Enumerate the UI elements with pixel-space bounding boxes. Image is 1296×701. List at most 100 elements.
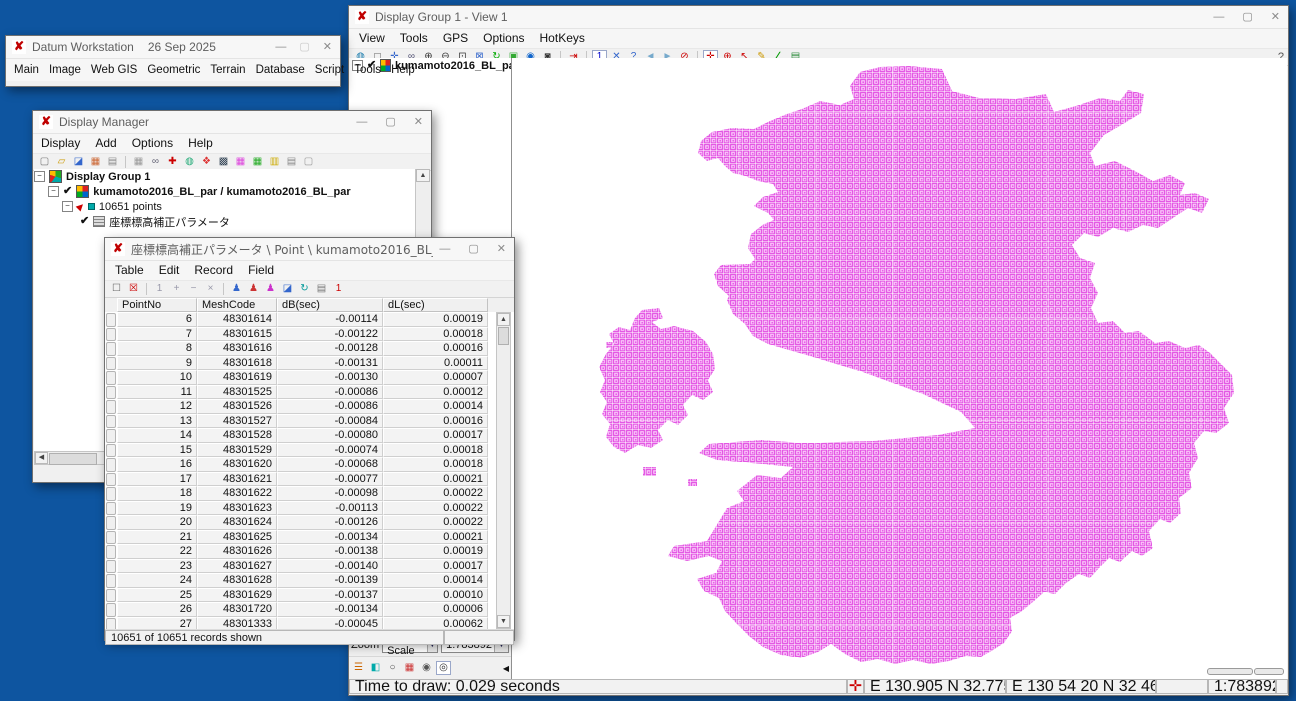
record-select-button[interactable] — [106, 487, 116, 501]
menu-database[interactable]: Database — [256, 64, 305, 76]
zoom-active-icon[interactable]: ◎ — [436, 661, 451, 675]
form-icon[interactable]: ▢ — [301, 155, 316, 169]
record-select-button[interactable] — [106, 589, 116, 603]
menu-hotkeys[interactable]: HotKeys — [540, 31, 585, 45]
cell-dl-sec[interactable]: 0.00019 — [383, 544, 488, 559]
cell-meshcode[interactable]: 48301623 — [197, 501, 277, 516]
menu-terrain[interactable]: Terrain — [210, 64, 245, 76]
record-select-button[interactable] — [106, 545, 116, 559]
menu-view[interactable]: View — [359, 31, 385, 45]
raster-icon[interactable]: ▩ — [216, 155, 231, 169]
cell-pointno[interactable]: 15 — [117, 443, 197, 458]
column-header-pointno[interactable]: PointNo — [117, 298, 197, 312]
menu-script[interactable]: Script — [315, 64, 344, 76]
sidebar-collapse-arrow[interactable]: ◀ — [503, 664, 509, 673]
add-database-icon[interactable]: ▦ — [131, 155, 146, 169]
column-header-meshcode[interactable]: MeshCode — [197, 298, 277, 312]
remove-record-icon[interactable]: − — [186, 282, 201, 296]
cell-db-sec[interactable]: -0.00074 — [277, 443, 383, 458]
cell-dl-sec[interactable]: 0.00010 — [383, 588, 488, 603]
vector-icon[interactable]: ▦ — [250, 155, 265, 169]
menu-tools[interactable]: Tools — [354, 64, 381, 76]
cell-pointno[interactable]: 11 — [117, 385, 197, 400]
cell-meshcode[interactable]: 48301620 — [197, 457, 277, 472]
scrollbar-thumb[interactable] — [49, 453, 97, 465]
cell-dl-sec[interactable]: 0.00017 — [383, 559, 488, 574]
menu-main[interactable]: Main — [14, 64, 39, 76]
cell-meshcode[interactable]: 48301333 — [197, 617, 277, 630]
scrollbar-thumb[interactable] — [498, 327, 509, 345]
cell-db-sec[interactable]: -0.00126 — [277, 515, 383, 530]
cell-db-sec[interactable]: -0.00134 — [277, 530, 383, 545]
cell-dl-sec[interactable]: 0.00022 — [383, 486, 488, 501]
cell-dl-sec[interactable]: 0.00022 — [383, 515, 488, 530]
record-select-button[interactable] — [106, 531, 116, 545]
menu-help[interactable]: Help — [391, 64, 415, 76]
cell-db-sec[interactable]: -0.00068 — [277, 457, 383, 472]
cell-meshcode[interactable]: 48301626 — [197, 544, 277, 559]
menu-edit[interactable]: Edit — [159, 263, 180, 277]
zoom-locator-icon[interactable]: ◉ — [419, 661, 434, 675]
menu-help[interactable]: Help — [188, 136, 213, 150]
cell-meshcode[interactable]: 48301624 — [197, 515, 277, 530]
cell-meshcode[interactable]: 48301621 — [197, 472, 277, 487]
scroll-up-arrow[interactable]: ▲ — [497, 313, 510, 326]
menu-record[interactable]: Record — [194, 263, 233, 277]
view-marked-icon[interactable]: ♟ — [246, 282, 261, 296]
cell-dl-sec[interactable]: 0.00062 — [383, 617, 488, 630]
cell-db-sec[interactable]: -0.00128 — [277, 341, 383, 356]
add-record-icon[interactable]: + — [169, 282, 184, 296]
cell-dl-sec[interactable]: 0.00019 — [383, 312, 488, 327]
record-select-button[interactable] — [106, 313, 116, 327]
menu-tools[interactable]: Tools — [400, 31, 428, 45]
table-icon[interactable]: ▤ — [284, 155, 299, 169]
menu-web-gis[interactable]: Web GIS — [91, 64, 137, 76]
menu-display[interactable]: Display — [41, 136, 80, 150]
legend-list-icon[interactable]: ☰ — [351, 661, 366, 675]
cell-dl-sec[interactable]: 0.00011 — [383, 356, 488, 371]
cell-dl-sec[interactable]: 0.00012 — [383, 385, 488, 400]
cell-pointno[interactable]: 7 — [117, 327, 197, 342]
tree-item-points[interactable]: − ▶ 10651 points — [34, 199, 430, 214]
collapse-expander-icon[interactable]: − — [34, 171, 45, 182]
cell-meshcode[interactable]: 48301629 — [197, 588, 277, 603]
table-checkbox-icon[interactable]: ✔ — [80, 216, 89, 227]
map-canvas[interactable] — [511, 58, 1287, 679]
cell-meshcode[interactable]: 48301628 — [197, 573, 277, 588]
save-icon[interactable]: ◪ — [71, 155, 86, 169]
record-select-button[interactable] — [106, 502, 116, 516]
mesh-grid-icon[interactable]: ▦ — [233, 155, 248, 169]
record-select-button[interactable] — [106, 618, 116, 630]
view-selected-icon[interactable]: ♟ — [229, 282, 244, 296]
cell-db-sec[interactable]: -0.00131 — [277, 356, 383, 371]
cell-pointno[interactable]: 27 — [117, 617, 197, 630]
dm-titlebar[interactable]: ✘ Display Manager — ▢ ✕ — [33, 111, 431, 134]
cell-meshcode[interactable]: 48301527 — [197, 414, 277, 429]
cell-db-sec[interactable]: -0.00077 — [277, 472, 383, 487]
cell-db-sec[interactable]: -0.00086 — [277, 385, 383, 400]
cell-meshcode[interactable]: 48301619 — [197, 370, 277, 385]
record-select-button[interactable] — [106, 415, 116, 429]
cell-pointno[interactable]: 10 — [117, 370, 197, 385]
cell-db-sec[interactable]: -0.00113 — [277, 501, 383, 516]
zoom-glass-icon[interactable]: ○ — [385, 661, 400, 675]
record-select-button[interactable] — [106, 357, 116, 371]
cell-meshcode[interactable]: 48301525 — [197, 385, 277, 400]
horizontal-scrollbar-thumb[interactable] — [1207, 668, 1253, 675]
minimize-button[interactable]: — — [439, 238, 450, 260]
scroll-up-arrow[interactable]: ▲ — [416, 169, 430, 182]
cell-dl-sec[interactable]: 0.00018 — [383, 457, 488, 472]
cell-meshcode[interactable]: 48301625 — [197, 530, 277, 545]
cell-pointno[interactable]: 8 — [117, 341, 197, 356]
horizontal-scrollbar-thumb[interactable] — [1254, 668, 1284, 675]
cell-meshcode[interactable]: 48301720 — [197, 602, 277, 617]
menu-options[interactable]: Options — [132, 136, 173, 150]
deselect-all-icon[interactable]: ☒ — [126, 282, 141, 296]
record-select-button[interactable] — [106, 429, 116, 443]
cell-dl-sec[interactable]: 0.00022 — [383, 501, 488, 516]
cell-pointno[interactable]: 6 — [117, 312, 197, 327]
cell-pointno[interactable]: 19 — [117, 501, 197, 516]
cell-pointno[interactable]: 25 — [117, 588, 197, 603]
cell-pointno[interactable]: 26 — [117, 602, 197, 617]
cell-pointno[interactable]: 14 — [117, 428, 197, 443]
